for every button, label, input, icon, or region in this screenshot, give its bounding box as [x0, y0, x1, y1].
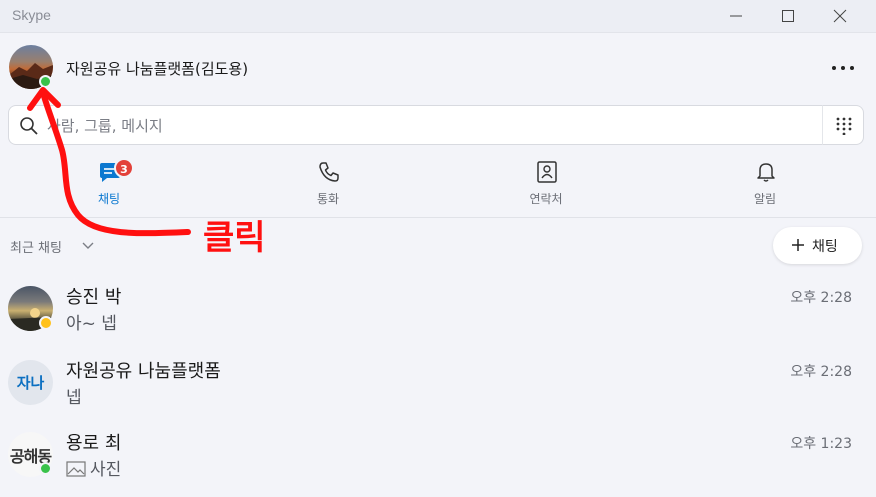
annotation-arrow [27, 87, 191, 237]
annotation-label: 클릭 [203, 218, 266, 258]
